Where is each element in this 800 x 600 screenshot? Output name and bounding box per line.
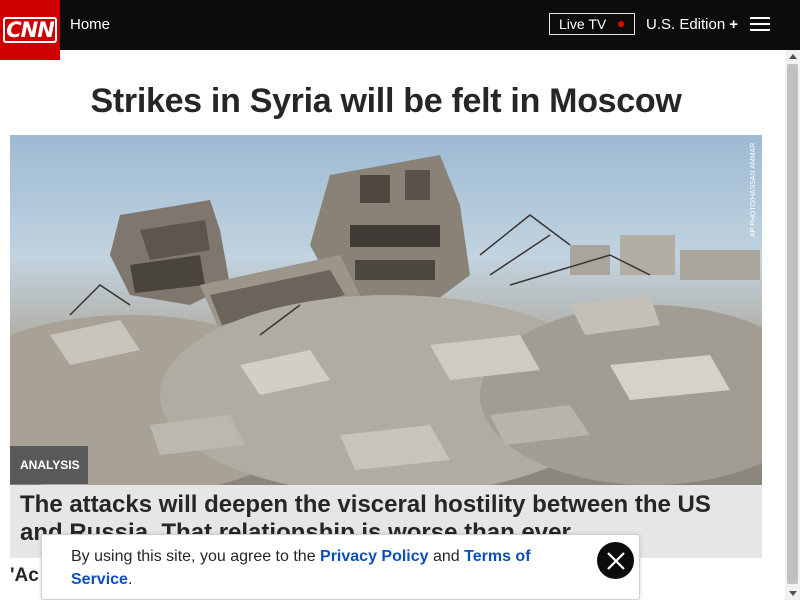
privacy-policy-link[interactable]: Privacy Policy: [320, 548, 429, 565]
edition-label: U.S. Edition: [646, 16, 726, 33]
article-headline[interactable]: Strikes in Syria will be felt in Moscow: [10, 82, 762, 121]
close-banner-button[interactable]: [597, 542, 634, 579]
site-header: CNN Home Live TV U.S. Edition +: [0, 0, 800, 60]
live-tv-button[interactable]: Live TV: [549, 13, 635, 35]
cnn-logo[interactable]: CNN: [0, 0, 60, 60]
rubble-illustration: [10, 155, 762, 485]
cnn-logo-text: CNN: [3, 17, 57, 43]
hero-image[interactable]: [10, 135, 762, 485]
home-link[interactable]: Home: [70, 16, 110, 33]
edition-selector[interactable]: U.S. Edition +: [646, 16, 738, 33]
scroll-up-arrow-icon[interactable]: [785, 50, 800, 62]
next-article-headline[interactable]: 'Ac: [10, 565, 39, 587]
live-tv-label: Live TV: [559, 16, 607, 32]
cookie-text-before: By using this site, you agree to the: [71, 548, 321, 565]
photo-credit: AP PHOTO/HASSAN AMMAR: [750, 142, 757, 237]
plus-icon: +: [729, 16, 738, 33]
hamburger-menu-icon[interactable]: [750, 17, 770, 33]
cookie-text-after: .: [127, 571, 133, 588]
cookie-text-middle: and: [428, 548, 465, 565]
cookie-banner: By using this site, you agree to the Pri…: [41, 534, 640, 600]
live-dot-icon: [618, 21, 624, 27]
close-icon: [606, 551, 625, 570]
analysis-badge: ANALYSIS: [10, 446, 88, 484]
scroll-down-arrow-icon[interactable]: [785, 588, 800, 600]
scrollbar-thumb[interactable]: [787, 64, 798, 584]
cookie-banner-text: By using this site, you agree to the Pri…: [71, 545, 551, 591]
